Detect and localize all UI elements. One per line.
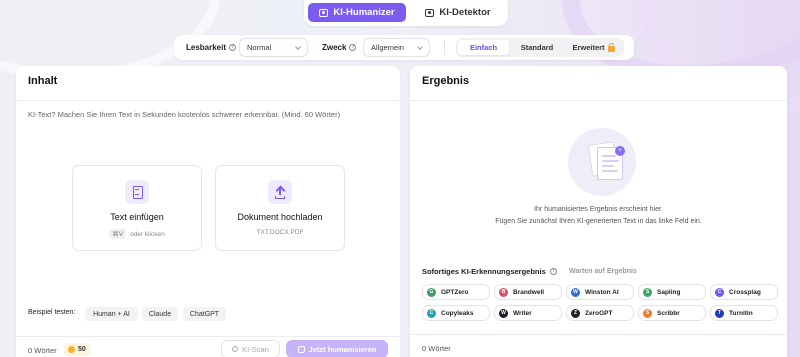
lesbarkeit-value: Normal bbox=[247, 43, 272, 52]
lesbarkeit-text: Lesbarkeit bbox=[186, 43, 227, 52]
paste-text-card[interactable]: Text einfügen ⌘V oder klicken bbox=[72, 165, 202, 251]
detector-logo-icon: Z bbox=[571, 308, 580, 318]
detector-logo-icon: S bbox=[643, 287, 652, 297]
divider bbox=[410, 100, 787, 101]
detector-name: Crossplag bbox=[729, 288, 761, 296]
divider bbox=[410, 334, 787, 335]
detector-name: Scribbr bbox=[657, 309, 680, 317]
level-erweitert-label: Erweitert bbox=[572, 43, 605, 52]
ki-scan-button[interactable]: KI-Scan bbox=[221, 340, 280, 357]
detector-name: Turnitin bbox=[729, 309, 753, 317]
input-panel: Inhalt KI-Text? Machen Sie Ihren Text in… bbox=[16, 66, 400, 357]
zweck-value: Allgemein bbox=[371, 43, 404, 52]
level-standard[interactable]: Standard bbox=[511, 40, 563, 55]
search-icon bbox=[232, 346, 239, 352]
example-claude[interactable]: Claude bbox=[142, 307, 178, 321]
upload-formats: TXT.DOCX.PDF bbox=[256, 229, 304, 236]
word-count: 0 Wörter bbox=[422, 344, 451, 353]
detector-chip: W Winston AI bbox=[566, 284, 634, 300]
detector-chip: W Writer bbox=[494, 305, 562, 321]
lock-icon bbox=[607, 42, 615, 52]
level-einfach[interactable]: Einfach bbox=[458, 40, 509, 55]
upload-title: Dokument hochladen bbox=[237, 212, 323, 222]
level-selector: Einfach Standard Erweitert bbox=[456, 38, 624, 57]
detector-chip: C Crossplag bbox=[710, 284, 778, 300]
example-label: Beispiel testen: bbox=[28, 309, 76, 316]
humanize-label: Jetzt humanisieren bbox=[308, 344, 377, 354]
detector-logo-icon: W bbox=[571, 287, 580, 297]
panel-title: Inhalt bbox=[28, 75, 58, 87]
sparkle-icon bbox=[297, 345, 305, 353]
plus-badge-icon: + bbox=[615, 146, 625, 156]
detector-name: GPTZero bbox=[441, 288, 469, 296]
lesbarkeit-label: Lesbarkeit ? bbox=[186, 43, 237, 52]
chevron-down-icon bbox=[295, 44, 301, 50]
divider bbox=[16, 100, 400, 101]
level-erweitert[interactable]: Erweitert bbox=[565, 40, 622, 55]
coin-icon bbox=[68, 346, 75, 353]
detector-logo-icon: C bbox=[715, 287, 724, 297]
detection-title: Sofortiges KI-Erkennungsergebnis ? bbox=[422, 267, 557, 276]
detection-status: Warten auf Ergebnis bbox=[569, 268, 637, 275]
detector-chip: B Brandwell bbox=[494, 284, 562, 300]
settings-bar: Lesbarkeit ? Normal Zweck ? Allgemein Ei… bbox=[174, 35, 634, 60]
upload-document-card[interactable]: Dokument hochladen TXT.DOCX.PDF bbox=[215, 165, 345, 251]
divider bbox=[444, 40, 445, 55]
tab-ki-humanizer-label: KI-Humanizer bbox=[333, 7, 395, 18]
example-chatgpt[interactable]: ChatGPT bbox=[183, 307, 226, 321]
humanize-button[interactable]: Jetzt humanisieren bbox=[286, 340, 388, 357]
result-panel: Ergebnis + Ihr humanisiertes Ergebnis er… bbox=[410, 66, 787, 357]
help-icon[interactable]: ? bbox=[349, 44, 357, 51]
zweck-text: Zweck bbox=[322, 43, 347, 52]
shortcut-key: ⌘V bbox=[109, 229, 127, 239]
detector-chip: G GPTZero bbox=[422, 284, 490, 300]
detector-chip: T Turnitin bbox=[710, 305, 778, 321]
chevron-down-icon bbox=[417, 44, 423, 50]
detektor-icon bbox=[425, 8, 435, 17]
zweck-select[interactable]: Allgemein bbox=[363, 38, 430, 57]
detector-chip: C Copyleaks bbox=[422, 305, 490, 321]
detector-name: Winston AI bbox=[585, 288, 619, 296]
detector-chip: S Sapling bbox=[638, 284, 706, 300]
ki-scan-label: KI-Scan bbox=[242, 344, 269, 354]
empty-state-line-2: Fügen Sie zunächst Ihren KI-generierten … bbox=[495, 218, 702, 225]
upload-icon bbox=[268, 180, 292, 204]
detector-name: Writer bbox=[513, 309, 532, 317]
lesbarkeit-select[interactable]: Normal bbox=[239, 38, 308, 57]
detector-name: Sapling bbox=[657, 288, 681, 296]
help-icon[interactable]: ? bbox=[229, 44, 237, 51]
detector-logo-icon: S bbox=[643, 308, 652, 318]
word-count: 0 Wörter bbox=[28, 346, 57, 355]
detector-logo-icon: W bbox=[499, 308, 508, 318]
detector-chip: Z ZeroGPT bbox=[566, 305, 634, 321]
humanizer-icon bbox=[319, 8, 329, 17]
help-icon[interactable]: ? bbox=[549, 268, 557, 275]
detector-logo-icon: C bbox=[427, 308, 436, 318]
credits-badge: 50 bbox=[64, 343, 90, 356]
paste-title: Text einfügen bbox=[110, 212, 164, 222]
detector-name: Brandwell bbox=[513, 288, 545, 296]
clipboard-icon bbox=[125, 180, 149, 204]
zweck-label: Zweck ? bbox=[322, 43, 357, 52]
detector-logo-icon: T bbox=[715, 308, 724, 318]
input-hint[interactable]: KI-Text? Machen Sie Ihren Text in Sekund… bbox=[28, 110, 340, 119]
detector-chip: S Scribbr bbox=[638, 305, 706, 321]
detector-logo-icon: G bbox=[427, 287, 436, 297]
mode-switcher: KI-Humanizer KI-Detektor bbox=[304, 0, 508, 26]
tab-ki-detektor[interactable]: KI-Detektor bbox=[414, 3, 502, 22]
tab-ki-detektor-label: KI-Detektor bbox=[439, 7, 491, 18]
panel-title: Ergebnis bbox=[422, 75, 470, 87]
credits-value: 50 bbox=[78, 346, 86, 353]
tab-ki-humanizer[interactable]: KI-Humanizer bbox=[308, 3, 406, 22]
paste-or: oder klicken bbox=[130, 230, 165, 238]
detector-logo-icon: B bbox=[499, 287, 508, 297]
paste-subtitle: ⌘V oder klicken bbox=[73, 229, 201, 239]
detector-name: Copyleaks bbox=[441, 309, 474, 317]
detection-title-text: Sofortiges KI-Erkennungsergebnis bbox=[422, 267, 546, 276]
empty-state-line-1: Ihr humanisiertes Ergebnis erscheint hie… bbox=[534, 206, 663, 213]
example-human-ai[interactable]: Human + AI bbox=[85, 307, 138, 321]
detector-name: ZeroGPT bbox=[585, 309, 613, 317]
divider bbox=[16, 336, 400, 337]
